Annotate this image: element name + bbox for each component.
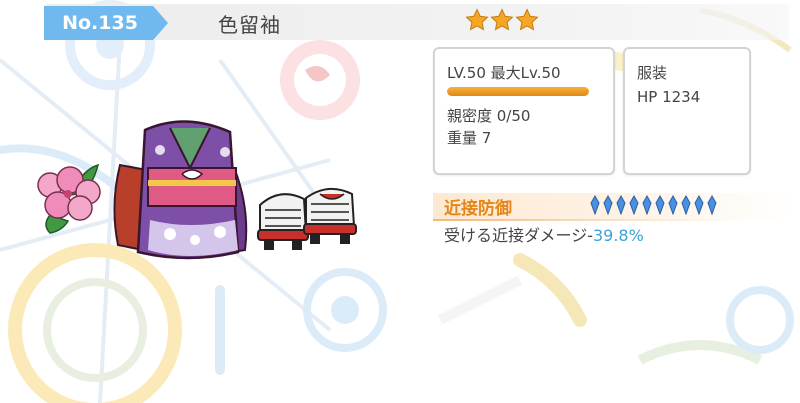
- skill-pip-icon: [681, 195, 691, 215]
- level-text: LV.50 最大Lv.50: [447, 64, 561, 82]
- skill-pip-icon: [590, 195, 600, 215]
- skill-level-pips: [590, 195, 717, 215]
- skill-pip-icon: [629, 195, 639, 215]
- skill-effect-label: 受ける近接ダメージ-: [444, 226, 593, 245]
- skill-pip-icon: [642, 195, 652, 215]
- skill-pip-icon: [603, 195, 613, 215]
- skill-pip-icon: [616, 195, 626, 215]
- star-icon: [515, 8, 539, 31]
- skill-pip-icon: [655, 195, 665, 215]
- skill-name: 近接防御: [444, 199, 512, 219]
- skill-effect: 受ける近接ダメージ-39.8%: [444, 222, 644, 246]
- equipment-category: 服装: [637, 64, 668, 82]
- intimacy-text: 親密度 0/50: [447, 107, 531, 125]
- type-card: 服装 HP 1234: [623, 47, 751, 175]
- stats-card: LV.50 最大Lv.50 親密度 0/50 重量 7: [433, 47, 615, 175]
- sandals-icon: [257, 187, 357, 250]
- flower-icon: [37, 163, 101, 234]
- kimono-icon: [113, 120, 248, 260]
- skill-divider: [433, 219, 748, 221]
- hp-text: HP 1234: [637, 88, 701, 106]
- item-number-tag: No.135: [44, 6, 168, 40]
- skill-pip-icon: [668, 195, 678, 215]
- item-artwork: [37, 120, 357, 260]
- item-name: 色留袖: [218, 13, 281, 37]
- star-icon: [465, 8, 489, 31]
- skill-effect-value: 39.8%: [592, 226, 644, 245]
- level-progress-bar: [447, 87, 589, 96]
- star-icon: [490, 8, 514, 31]
- skill-pip-icon: [694, 195, 704, 215]
- skill-pip-icon: [707, 195, 717, 215]
- level-progress-fill: [447, 87, 589, 96]
- rarity-stars: [465, 8, 539, 32]
- weight-text: 重量 7: [447, 129, 492, 147]
